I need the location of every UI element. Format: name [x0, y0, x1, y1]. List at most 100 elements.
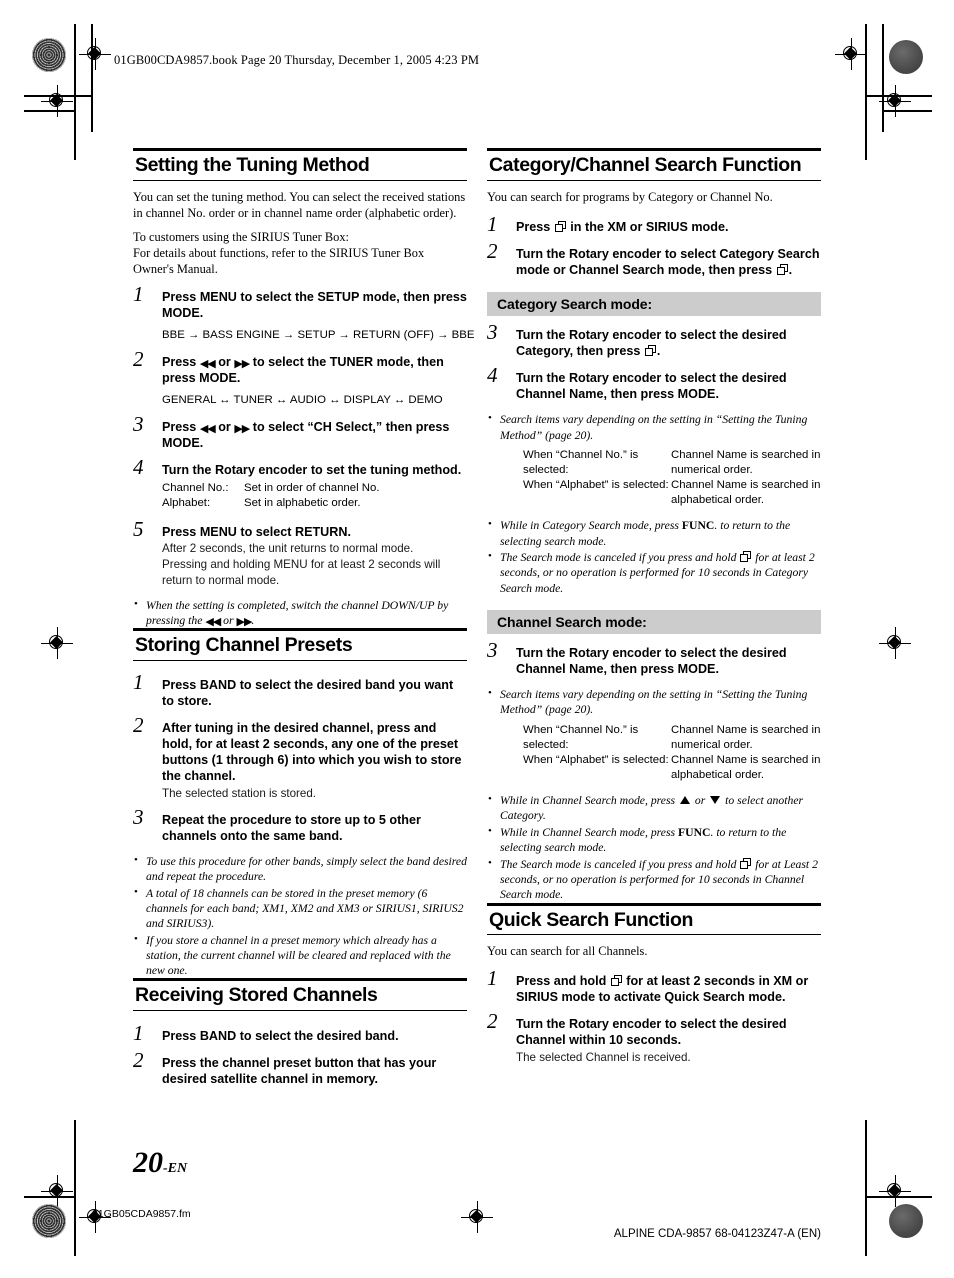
step-text: Press BAND to select the desired band. [162, 1028, 467, 1044]
step-number: 1 [133, 669, 144, 694]
step-text-part: Press the channel [162, 1056, 274, 1071]
keyword-rotary-encoder: Rotary encoder [568, 371, 662, 386]
registration-mark-bl-1 [41, 1175, 73, 1207]
step-text-part: Press and hold [516, 974, 610, 989]
step-item: 4 Turn the Rotary encoder to set the tun… [133, 456, 467, 478]
step-number: 4 [133, 454, 144, 479]
intro-paragraph-quick-search: You can search for all Channels. [487, 944, 648, 959]
option-row: When “Channel No.” is selected: Channel … [523, 448, 821, 478]
step-text-part: Turn the [516, 645, 569, 660]
step-text: Turn the Rotary encoder to select the de… [516, 1016, 821, 1048]
step-number: 2 [487, 1009, 498, 1034]
step-text-part: Press [162, 354, 200, 369]
note-item: Search items vary depending on the setti… [487, 686, 821, 717]
step-text-part: to select RETURN. [236, 525, 351, 540]
step-text-part: to select “CH Select,” then press [249, 419, 450, 434]
note-text-part: or [692, 794, 709, 808]
step-item: 2 After tuning in the desired channel, p… [133, 715, 467, 801]
step-text: Repeat the procedure to store up to 5 ot… [162, 812, 421, 843]
step-number: 2 [487, 238, 498, 263]
subsection-bar-category-search-mode: Category Search mode: [487, 291, 821, 316]
step-text-part: . [656, 344, 661, 359]
channel-search-order-table: When “Channel No.” is selected: Channel … [523, 723, 821, 784]
step-text-part: in the XM or SIRIUS mode. [566, 219, 729, 234]
registration-mark-left-mid [41, 627, 73, 659]
next-track-icon: ▶▶ [236, 614, 252, 628]
step-text-part: Turn the [516, 1017, 569, 1032]
intro-paragraph-category-search: You can search for programs by Category … [487, 189, 773, 204]
halftone-patch-tr [889, 40, 923, 74]
next-track-icon: ▶▶ [234, 421, 250, 435]
step-number: 3 [133, 804, 144, 829]
option-key: When “Channel No.” is selected: [523, 448, 639, 476]
step-text: Press and hold for at least 2 seconds in… [516, 973, 821, 1005]
note-item: To use this procedure for other bands, s… [133, 853, 467, 884]
step-text-part: . [199, 305, 204, 320]
steps-category-channel-search: 1 Press in the XM or SIRIUS mode. 2 Turn… [487, 213, 821, 278]
note-item: Search items vary depending on the setti… [487, 411, 821, 442]
step-number: 2 [133, 346, 144, 371]
section-heading-category-channel-search: Category/Channel Search Function [487, 148, 821, 181]
note-item: While in Category Search mode, press FUN… [487, 517, 821, 548]
option-row: Channel No.: Set in order of channel No. [162, 481, 467, 496]
prev-track-icon: ◀◀ [205, 614, 221, 628]
notes-list-category-search-1: Search items vary depending on the setti… [487, 411, 821, 442]
step-item: 1 Press BAND to select the desired band … [133, 671, 467, 709]
keyword-rotary-encoder: Rotary encoder [568, 1017, 662, 1032]
footer-filename: 01GB05CDA9857.fm [92, 1208, 191, 1220]
step-number: 3 [487, 637, 498, 662]
keyword-band: BAND [199, 1029, 237, 1044]
subsection-bar-channel-search-mode: Channel Search mode: [487, 609, 821, 634]
keyword-rotary-encoder: Rotary encoder [568, 327, 662, 342]
step-text: Turn the Rotary encoder to select Catego… [516, 246, 821, 278]
step-item: 3 Turn the Rotary encoder to select the … [487, 321, 821, 359]
step-number: 3 [487, 319, 498, 344]
right-column: Category/Channel Search Function You can… [487, 148, 821, 1065]
halftone-patch-br [889, 1204, 923, 1238]
notes-list-channel-search-1: Search items vary depending on the setti… [487, 686, 821, 717]
step-number: 2 [133, 713, 144, 738]
option-key: When “Alphabet” is selected: [523, 479, 669, 492]
keyword-func: FUNC [678, 826, 711, 840]
keyword-rotary-encoder: Rotary encoder [568, 645, 662, 660]
step-item: 5 Press MENU to select RETURN. After 2 s… [133, 519, 467, 587]
crop-mark-bl-v1 [74, 1120, 76, 1256]
step-text: Press BAND to select the desired band yo… [162, 677, 467, 709]
registration-mark-tr-1 [835, 38, 867, 70]
step-subtext: The selected Channel is received. [516, 1050, 691, 1064]
note-item: The Search mode is canceled if you press… [487, 856, 821, 903]
option-key: Alphabet: [162, 497, 211, 510]
note-text-part: While in Channel Search mode, press [500, 826, 678, 840]
note-text-part: The Search mode is canceled if you press… [500, 857, 740, 871]
func-button-icon [740, 857, 752, 869]
sirius-note-line2: For details about functions, refer to th… [133, 246, 425, 276]
halftone-patch-bl [32, 1204, 66, 1238]
step-subtext: Pressing and holding MENU for at least 2… [162, 558, 441, 587]
step-text: Press MENU to select the SETUP mode, the… [162, 289, 467, 321]
step-item: 3 Repeat the procedure to store up to 5 … [133, 806, 467, 844]
step-number: 5 [133, 517, 144, 542]
notes-list-tuning: When the setting is completed, switch th… [133, 597, 467, 628]
next-track-icon: ▶▶ [234, 356, 250, 370]
steps-channel-search-mode: 3 Turn the Rotary encoder to select the … [487, 639, 821, 903]
prev-track-icon: ◀◀ [199, 356, 216, 370]
registration-mark-tl-1 [79, 38, 111, 70]
left-column: Setting the Tuning Method You can set th… [133, 148, 474, 1088]
notes-list-channel-search-2: While in Channel Search mode, press or t… [487, 792, 821, 903]
flow-sequence-tuner: GENERAL ↔ TUNER ↔ AUDIO ↔ DISPLAY ↔ DEMO [162, 393, 443, 406]
keyword-menu: MENU [199, 525, 237, 540]
intro-paragraph-sirius: To customers using the SIRIUS Tuner Box:… [133, 230, 467, 277]
keyword-mode: MODE [162, 305, 200, 320]
arrow-up-icon [680, 796, 690, 805]
step-text: Press in the XM or SIRIUS mode. [516, 219, 821, 235]
keyword-mode: MODE [677, 387, 716, 402]
note-text-part: While in Channel Search mode, press [500, 794, 678, 808]
keyword-rotary-encoder: Rotary encoder [214, 462, 308, 477]
step-text-part: Press [162, 1029, 200, 1044]
steps-receiving-stored: 1 Press BAND to select the desired band.… [133, 1023, 467, 1087]
note-item: If you store a channel in a preset memor… [133, 932, 467, 979]
step-number: 4 [487, 363, 498, 388]
step-text-part: . [715, 662, 719, 676]
step-item: 1 Press MENU to select the SETUP mode, t… [133, 283, 467, 321]
step-text-part: Press [162, 525, 200, 540]
